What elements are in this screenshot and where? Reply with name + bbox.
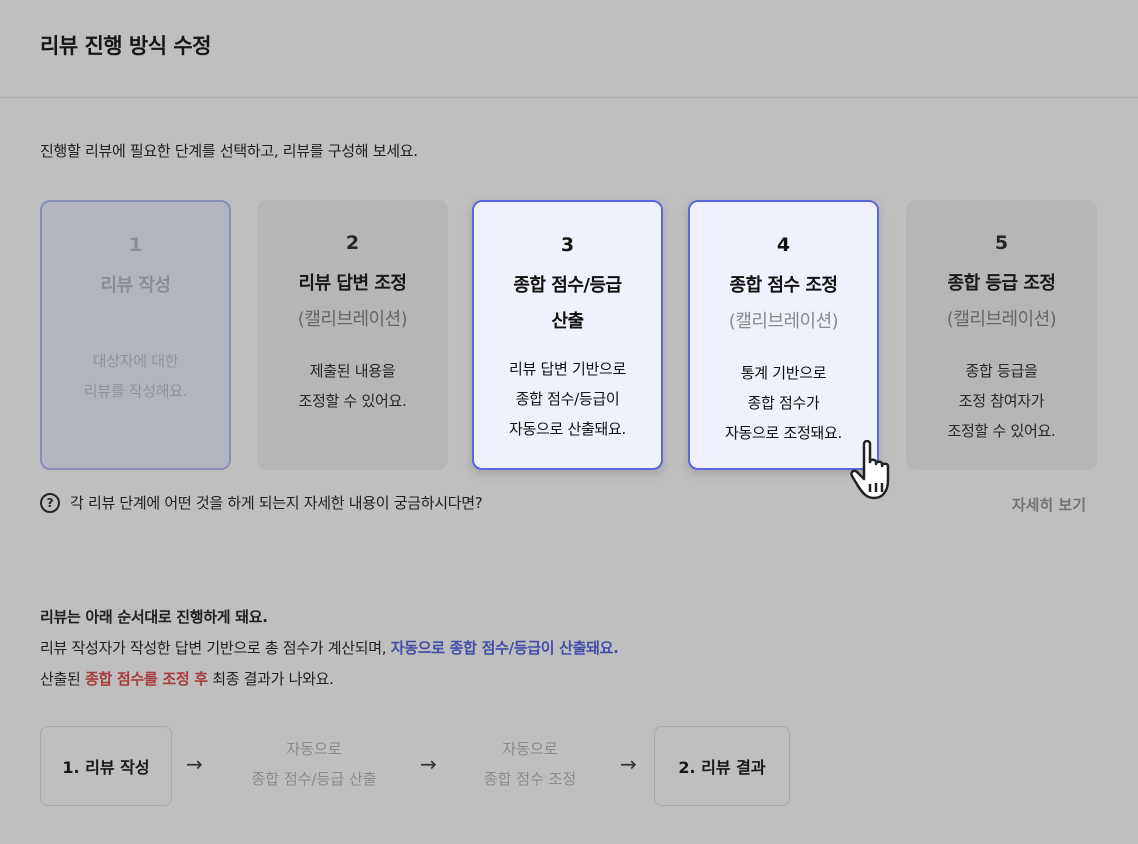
step-description: 리뷰 답변 기반으로 종합 점수/등급이 자동으로 산출돼요. [509,360,626,438]
step-number: 4 [776,234,791,256]
process-flow: 1. 리뷰 작성 → 자동으로 종합 점수/등급 산출 → 자동으로 종합 점수… [40,726,1040,806]
help-row: ? 각 리뷰 단계에 어떤 것을 하게 되는지 자세한 내용이 궁금하시다면? [40,492,483,513]
step-number: 2 [345,232,360,254]
step-number: 5 [994,232,1009,254]
step-subtitle: (캘리브레이션) [946,309,1057,330]
page-title: 리뷰 진행 방식 수정 [40,34,212,58]
adjust-highlight: 종합 점수를 조정 후 [84,670,208,688]
order-line-3: 산출된 종합 점수를 조정 후 최종 결과가 나와요. [40,670,334,688]
pointer-hand-icon [850,439,912,510]
step-number: 1 [128,234,143,256]
step-card-3[interactable]: 3 종합 점수/등급 산출 리뷰 답변 기반으로 종합 점수/등급이 자동으로 … [472,200,663,470]
order-line-2: 리뷰 작성자가 작성한 답변 기반으로 총 점수가 계산되며, 자동으로 종합 … [40,639,619,657]
flow-auto-adjust: 자동으로 종합 점수 조정 [483,740,577,788]
flow-step-review-result: 2. 리뷰 결과 [654,726,790,806]
auto-calc-highlight: 자동으로 종합 점수/등급이 산출돼요. [390,639,619,657]
step-name: 종합 점수 조정 [729,275,838,296]
step-name: 리뷰 답변 조정 [298,273,407,294]
intro-text: 진행할 리뷰에 필요한 단계를 선택하고, 리뷰를 구성해 보세요. [40,142,418,160]
arrow-right-icon: → [186,752,203,776]
step-name: 종합 점수/등급 산출 [513,275,622,332]
step-subtitle: (캘리브레이션) [297,309,408,330]
step-description: 통계 기반으로 종합 점수가 자동으로 조정돼요. [725,364,842,442]
order-heading: 리뷰는 아래 순서대로 진행하게 돼요. [40,608,268,626]
learn-more-link[interactable]: 자세히 보기 [1012,494,1086,515]
help-text: 각 리뷰 단계에 어떤 것을 하게 되는지 자세한 내용이 궁금하시다면? [70,494,483,512]
step-card-4[interactable]: 4 종합 점수 조정 (캘리브레이션) 통계 기반으로 종합 점수가 자동으로 … [688,200,879,470]
step-card-1[interactable]: 1 리뷰 작성 대상자에 대한 리뷰를 작성해요. [40,200,231,470]
modal-header: 리뷰 진행 방식 수정 [0,0,1138,98]
step-description: 대상자에 대한 리뷰를 작성해요. [83,352,188,400]
arrow-right-icon: → [420,752,437,776]
step-number: 3 [560,234,575,256]
step-card-5[interactable]: 5 종합 등급 조정 (캘리브레이션) 종합 등급을 조정 참여자가 조정할 수… [906,200,1097,470]
step-name: 리뷰 작성 [100,275,171,296]
question-circle-icon: ? [40,492,60,513]
step-description: 제출된 내용을 조정할 수 있어요. [298,362,407,410]
arrow-right-icon: → [620,752,637,776]
process-explanation: 리뷰는 아래 순서대로 진행하게 돼요. 리뷰 작성자가 작성한 답변 기반으로… [40,602,619,695]
step-card-2[interactable]: 2 리뷰 답변 조정 (캘리브레이션) 제출된 내용을 조정할 수 있어요. [257,200,448,470]
flow-step-review-write: 1. 리뷰 작성 [40,726,172,806]
step-description: 종합 등급을 조정 참여자가 조정할 수 있어요. [947,362,1056,440]
flow-auto-score: 자동으로 종합 점수/등급 산출 [251,740,377,788]
review-process-modal: 리뷰 진행 방식 수정 진행할 리뷰에 필요한 단계를 선택하고, 리뷰를 구성… [0,0,1138,844]
step-subtitle: (캘리브레이션) [728,311,839,332]
step-name: 종합 등급 조정 [947,273,1056,294]
